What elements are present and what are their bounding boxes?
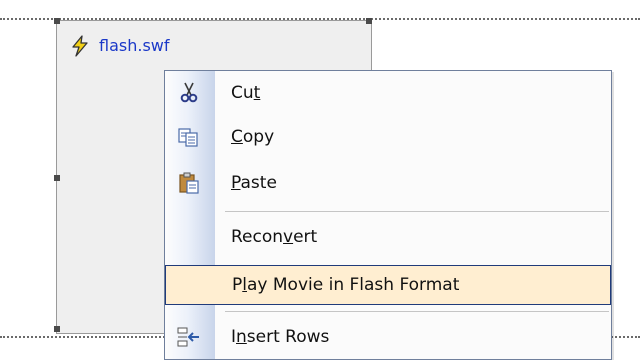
menu-item-reconvert[interactable]: Reconvert — [165, 217, 611, 257]
resize-handle-top-left[interactable] — [54, 18, 60, 24]
resize-handle-middle-left[interactable] — [54, 175, 60, 181]
menu-item-label: Paste — [231, 173, 277, 193]
menu-item-copy[interactable]: Copy — [165, 117, 611, 157]
file-name[interactable]: flash.swf — [99, 38, 170, 54]
menu-item-paste[interactable]: Paste — [165, 163, 611, 203]
menu-item-play-movie[interactable]: Play Movie in Flash Format — [165, 265, 611, 305]
copy-icon — [177, 125, 201, 149]
paste-icon — [177, 171, 201, 195]
menu-item-label: Play Movie in Flash Format — [232, 275, 460, 295]
context-menu: Cut Copy Paste Reconvert Play Movie in F… — [164, 70, 612, 360]
scissors-icon — [177, 81, 201, 105]
resize-handle-bottom-left[interactable] — [54, 326, 60, 332]
menu-item-cut[interactable]: Cut — [165, 73, 611, 113]
menu-item-label: Insert Rows — [231, 327, 330, 347]
resize-handle-top-right[interactable] — [366, 18, 372, 24]
menu-item-label: Copy — [231, 127, 275, 147]
insert-rows-icon — [177, 325, 201, 349]
menu-item-label: Cut — [231, 83, 261, 103]
flash-icon — [69, 35, 91, 57]
menu-item-label: Reconvert — [231, 227, 318, 247]
menu-icon-strip — [165, 71, 215, 359]
menu-item-insert-rows[interactable]: Insert Rows — [165, 317, 611, 357]
object-label: flash.swf — [69, 35, 170, 57]
menu-separator — [225, 311, 609, 312]
menu-separator — [225, 211, 609, 212]
